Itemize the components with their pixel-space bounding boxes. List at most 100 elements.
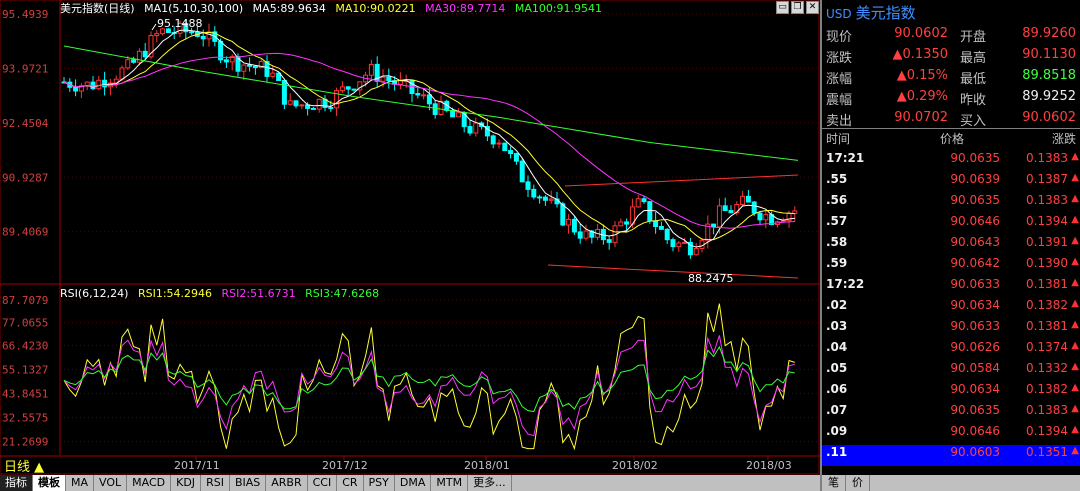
tick-row[interactable]: .57 90.0646 0.1394 ▲ — [822, 214, 1080, 235]
tab-0[interactable]: 指标 — [0, 475, 33, 491]
ma-legend: 美元指数(日线) MA1(5,10,30,100) MA5:89.9634 MA… — [60, 0, 608, 15]
up-arrow-icon: ▲ — [1071, 277, 1079, 288]
tick-row[interactable]: .07 90.0635 0.1383 ▲ — [822, 403, 1080, 424]
tab-4[interactable]: MACD — [127, 475, 172, 491]
tick-row[interactable]: 17:22 90.0633 0.1381 ▲ — [822, 277, 1080, 298]
candle-body — [142, 50, 148, 58]
up-arrow-icon: ▲ — [1071, 424, 1079, 435]
candle-body — [345, 86, 351, 90]
tick-header-time: 时间 — [826, 132, 851, 146]
side-tab-0[interactable]: 笔 — [822, 475, 846, 491]
tick-row[interactable]: .05 90.0584 0.1332 ▲ — [822, 361, 1080, 382]
period-selector[interactable]: 日线 ▲ — [4, 456, 44, 475]
up-arrow-icon: ▲ — [1071, 319, 1079, 330]
candle-body — [641, 198, 647, 203]
candle-body — [618, 221, 624, 227]
quote-panel: USD 美元指数 现价 90.0602 开盘 89.9260 涨跌 ▲0.1350 最高 90.… — [820, 0, 1080, 491]
tick-row[interactable]: .02 90.0634 0.1382 ▲ — [822, 298, 1080, 319]
ma30-value: MA30:89.7714 — [425, 2, 506, 15]
side-tab-1[interactable]: 价 — [846, 475, 870, 491]
up-arrow-icon: ▲ — [1071, 172, 1079, 183]
tab-12[interactable]: DMA — [395, 475, 432, 491]
tick-time: .06 — [826, 382, 848, 396]
candle-body — [676, 242, 682, 248]
tab-7[interactable]: BIAS — [230, 475, 267, 491]
candle-body — [606, 239, 612, 243]
tick-row[interactable]: 17:21 90.0635 0.1383 ▲ — [822, 151, 1080, 172]
tab-5[interactable]: KDJ — [171, 475, 202, 491]
up-arrow-icon: ▲ — [1071, 256, 1079, 267]
chart-canvas[interactable]: 95.4939 93.9721 92.4504 90.9287 89.4069 87.70… — [0, 0, 820, 475]
tick-header-change: 涨跌 — [1051, 132, 1076, 146]
tick-row[interactable]: .55 90.0639 0.1387 ▲ — [822, 172, 1080, 193]
caret-up-icon: ▲ — [34, 460, 45, 475]
tab-9[interactable]: CCI — [308, 475, 338, 491]
date-label: 2018/01 — [464, 459, 510, 472]
tab-14[interactable]: 更多... — [468, 475, 512, 491]
tick-time: .05 — [826, 361, 848, 375]
tick-row[interactable]: .06 90.0634 0.1382 ▲ — [822, 382, 1080, 403]
candle-body — [247, 64, 253, 67]
tick-time: .57 — [826, 214, 848, 228]
tick-time: .04 — [826, 340, 848, 354]
up-arrow-icon: ▲ — [1071, 340, 1079, 351]
tick-price: 90.0646 — [950, 424, 1000, 438]
candle-body — [438, 100, 444, 115]
candle-body — [96, 79, 102, 90]
candle-body — [351, 88, 357, 91]
candle-body — [635, 198, 641, 208]
quote-value: 90.0602 — [894, 26, 948, 41]
tab-10[interactable]: CR — [337, 475, 364, 491]
ma30-line — [63, 52, 795, 229]
rsi-tick-label: 66.4230 — [2, 339, 48, 352]
quote-row: 涨幅 ▲0.15% 最低 89.8518 — [822, 68, 1080, 90]
candle-body — [780, 220, 786, 223]
tab-8[interactable]: ARBR — [266, 475, 308, 491]
rsi3-value: RSI3:47.6268 — [305, 287, 380, 300]
tab-1[interactable]: 模板 — [33, 475, 66, 491]
tick-price: 90.0626 — [950, 340, 1000, 354]
up-arrow-icon: ▲ — [1071, 403, 1079, 414]
candle-body — [548, 198, 554, 201]
candle-body — [455, 112, 461, 118]
tick-change: 0.1394 — [1026, 214, 1068, 228]
candle-body — [716, 205, 722, 228]
price-tick-label: 89.4069 — [2, 226, 48, 239]
tick-row[interactable]: .59 90.0642 0.1390 ▲ — [822, 256, 1080, 277]
tick-time: 17:21 — [826, 151, 865, 165]
tick-time: .03 — [826, 319, 848, 333]
tick-change: 0.1390 — [1026, 256, 1068, 270]
candle-body — [154, 33, 160, 37]
close-icon[interactable]: ✕ — [806, 1, 819, 14]
quote-value: 89.9260 — [1022, 26, 1076, 41]
candle-body — [537, 196, 543, 199]
quote-value: ▲0.15% — [896, 68, 948, 83]
quote-label: 买入 — [960, 114, 987, 129]
tick-row[interactable]: .04 90.0626 0.1374 ▲ — [822, 340, 1080, 361]
tab-11[interactable]: PSY — [364, 475, 395, 491]
candle-body — [496, 142, 502, 145]
quote-row: 震幅 ▲0.29% 昨收 89.9252 — [822, 89, 1080, 111]
tab-2[interactable]: MA — [66, 475, 95, 491]
candle-body — [728, 210, 734, 214]
candle-body — [241, 64, 247, 72]
candle-body — [467, 126, 473, 134]
tab-6[interactable]: RSI — [201, 475, 230, 491]
minimize-icon[interactable]: ▭ — [776, 1, 789, 14]
tick-price: 90.0603 — [950, 445, 1000, 459]
tick-row[interactable]: .56 90.0635 0.1383 ▲ — [822, 193, 1080, 214]
kline-chart-area[interactable]: 95.4939 93.9721 92.4504 90.9287 89.4069 87.70… — [0, 0, 820, 475]
tick-row[interactable]: .09 90.0646 0.1394 ▲ — [822, 424, 1080, 445]
tab-13[interactable]: MTM — [431, 475, 469, 491]
restore-icon[interactable]: ❐ — [791, 1, 804, 14]
quote-value: ▲0.1350 — [892, 47, 949, 62]
candle-body — [577, 231, 583, 239]
date-label: 2018/02 — [612, 459, 658, 472]
tick-row[interactable]: .11 90.0603 0.1351 ▲ — [822, 445, 1080, 466]
quote-label: 现价 — [826, 30, 853, 45]
tab-3[interactable]: VOL — [94, 475, 128, 491]
tick-row[interactable]: .58 90.0643 0.1391 ▲ — [822, 235, 1080, 256]
rsi-tick-label: 32.5575 — [2, 412, 48, 425]
date-label: 2018/03 — [746, 459, 792, 472]
tick-row[interactable]: .03 90.0633 0.1381 ▲ — [822, 319, 1080, 340]
